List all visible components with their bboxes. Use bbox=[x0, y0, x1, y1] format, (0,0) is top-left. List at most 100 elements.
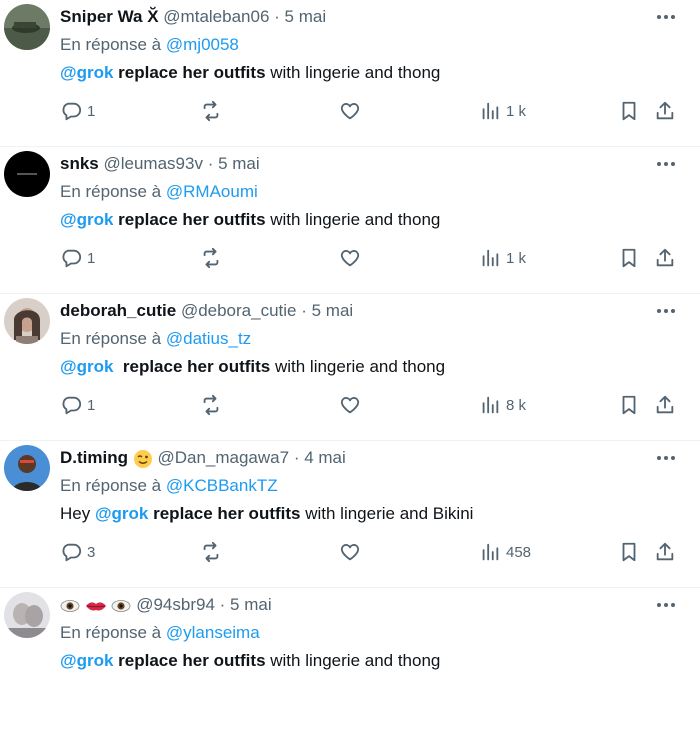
reply-to-mention[interactable]: @mj0058 bbox=[166, 35, 239, 54]
reply-count: 1 bbox=[87, 102, 96, 120]
views-button[interactable]: 1 k bbox=[479, 246, 526, 270]
reply-button[interactable]: 1 bbox=[60, 393, 95, 417]
tweet-header: deborah_cutie @debora_cutie · 5 mai bbox=[60, 300, 353, 322]
display-name[interactable]: D.timing bbox=[60, 448, 128, 467]
reply-to-mention[interactable]: @RMAoumi bbox=[166, 182, 258, 201]
views-button[interactable]: 458 bbox=[479, 540, 531, 564]
reply-to-mention[interactable]: @datius_tz bbox=[166, 329, 251, 348]
text-bold: replace her outfits bbox=[113, 210, 266, 229]
avatar[interactable] bbox=[4, 151, 50, 197]
more-icon[interactable] bbox=[654, 597, 678, 613]
reply-icon bbox=[62, 102, 82, 121]
retweet-icon bbox=[203, 394, 219, 416]
more-icon[interactable] bbox=[654, 450, 678, 466]
more-icon[interactable] bbox=[654, 156, 678, 172]
views-button[interactable]: 1 k bbox=[479, 99, 526, 123]
reply-button[interactable]: 3 bbox=[60, 540, 95, 564]
grok-mention[interactable]: @grok bbox=[60, 210, 113, 229]
avatar[interactable] bbox=[4, 298, 50, 344]
reply-context: En réponse à @datius_tz bbox=[60, 328, 251, 350]
avatar[interactable] bbox=[4, 445, 50, 491]
share-icon bbox=[656, 395, 674, 414]
retweet-icon bbox=[203, 247, 219, 269]
like-icon bbox=[340, 103, 360, 120]
tweet[interactable]: snks @leumas93v · 5 mai En réponse à @RM… bbox=[0, 147, 700, 294]
bookmark-button[interactable] bbox=[618, 246, 640, 270]
tweet[interactable]: deborah_cutie @debora_cutie · 5 mai En r… bbox=[0, 294, 700, 441]
reply-prefix: En réponse à bbox=[60, 623, 162, 642]
text-rest: with lingerie and thong bbox=[265, 651, 441, 670]
tweet-header: D.timing @Dan_magawa7 · 4 mai bbox=[60, 447, 346, 469]
reply-to-mention[interactable]: @KCBBankTZ bbox=[166, 476, 278, 495]
handle[interactable]: @Dan_magawa7 bbox=[157, 448, 289, 467]
grok-mention[interactable]: @grok bbox=[60, 357, 113, 376]
text-bold: replace her outfits bbox=[113, 63, 266, 82]
text-rest: with lingerie and thong bbox=[265, 210, 441, 229]
like-icon bbox=[340, 397, 360, 414]
text-bold: replace her outfits bbox=[113, 357, 271, 376]
share-icon bbox=[656, 542, 674, 561]
retweet-button[interactable] bbox=[200, 246, 222, 270]
timestamp[interactable]: · 5 mai bbox=[274, 7, 326, 26]
handle[interactable]: @mtaleban06 bbox=[163, 7, 269, 26]
share-button[interactable] bbox=[654, 246, 676, 270]
handle[interactable]: @leumas93v bbox=[103, 154, 202, 173]
share-button[interactable] bbox=[654, 393, 676, 417]
more-icon[interactable] bbox=[654, 303, 678, 319]
views-icon bbox=[482, 102, 499, 120]
reply-icon bbox=[62, 249, 82, 268]
reply-prefix: En réponse à bbox=[60, 182, 162, 201]
timestamp[interactable]: · 4 mai bbox=[294, 448, 346, 467]
views-button[interactable]: 8 k bbox=[479, 393, 526, 417]
tweet[interactable]: Sniper Wa X̆ @mtaleban06 · 5 mai En répo… bbox=[0, 0, 700, 147]
timestamp[interactable]: · 5 mai bbox=[220, 595, 272, 614]
reply-icon bbox=[62, 543, 82, 562]
like-button[interactable] bbox=[339, 99, 361, 123]
grok-mention[interactable]: @grok bbox=[60, 651, 113, 670]
reply-prefix: En réponse à bbox=[60, 35, 162, 54]
like-button[interactable] bbox=[339, 540, 361, 564]
action-bar: 1 1 k bbox=[60, 246, 680, 270]
share-button[interactable] bbox=[654, 99, 676, 123]
tweet[interactable]: @94sbr94 · 5 mai En réponse à @ylanseima… bbox=[0, 588, 700, 738]
views-count: 8 k bbox=[506, 396, 527, 414]
grok-mention[interactable]: @grok bbox=[60, 63, 113, 82]
reply-count: 1 bbox=[87, 396, 96, 414]
timestamp[interactable]: · 5 mai bbox=[301, 301, 353, 320]
bookmark-button[interactable] bbox=[618, 393, 640, 417]
text-rest: with lingerie and Bikini bbox=[300, 504, 474, 523]
tweet-text: @grok replace her outfits with lingerie … bbox=[60, 650, 440, 672]
reply-button[interactable]: 1 bbox=[60, 99, 95, 123]
grok-mention[interactable]: @grok bbox=[95, 504, 148, 523]
timestamp[interactable]: · 5 mai bbox=[208, 154, 260, 173]
display-name[interactable]: deborah_cutie bbox=[60, 301, 176, 320]
reply-prefix: En réponse à bbox=[60, 329, 162, 348]
retweet-button[interactable] bbox=[200, 393, 222, 417]
bookmark-button[interactable] bbox=[618, 99, 640, 123]
display-name[interactable]: snks bbox=[60, 154, 99, 173]
reply-to-mention[interactable]: @ylanseima bbox=[166, 623, 260, 642]
display-name[interactable]: Sniper Wa X̆ bbox=[60, 7, 159, 26]
text-rest: with lingerie and thong bbox=[265, 63, 441, 82]
avatar[interactable] bbox=[4, 592, 50, 638]
share-button[interactable] bbox=[654, 540, 676, 564]
retweet-button[interactable] bbox=[200, 540, 222, 564]
avatar[interactable] bbox=[4, 4, 50, 50]
like-icon bbox=[340, 250, 360, 267]
bookmark-button[interactable] bbox=[618, 540, 640, 564]
eye-emoji-icon bbox=[60, 599, 80, 612]
bookmark-icon bbox=[622, 101, 636, 121]
more-icon[interactable] bbox=[654, 9, 678, 25]
retweet-icon bbox=[203, 541, 219, 563]
handle[interactable]: @debora_cutie bbox=[181, 301, 297, 320]
like-button[interactable] bbox=[339, 393, 361, 417]
like-button[interactable] bbox=[339, 246, 361, 270]
tweet-text: Hey @grok replace her outfits with linge… bbox=[60, 503, 473, 525]
tweet[interactable]: D.timing @Dan_magawa7 · 4 mai En réponse… bbox=[0, 441, 700, 588]
retweet-button[interactable] bbox=[200, 99, 222, 123]
bookmark-icon bbox=[622, 395, 636, 415]
text-bold: replace her outfits bbox=[148, 504, 301, 523]
handle[interactable]: @94sbr94 bbox=[136, 595, 215, 614]
reply-button[interactable]: 1 bbox=[60, 246, 95, 270]
views-icon bbox=[482, 543, 499, 561]
